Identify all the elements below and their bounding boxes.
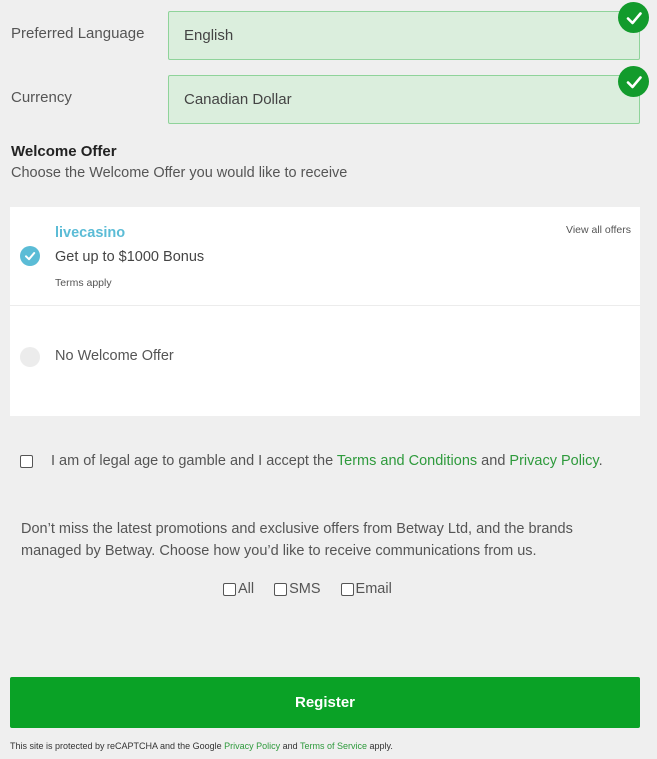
legal-text-and: and xyxy=(477,453,510,469)
communication-options: All SMS Email xyxy=(223,579,392,599)
legal-age-text: I am of legal age to gamble and I accept… xyxy=(51,453,603,469)
legal-age-checkbox[interactable] xyxy=(20,455,33,468)
offer-livecasino[interactable]: livecasino Get up to $1000 Bonus Terms a… xyxy=(10,207,640,306)
legal-age-row: I am of legal age to gamble and I accept… xyxy=(20,452,640,472)
comm-email-label: Email xyxy=(355,581,392,597)
legal-text-end: . xyxy=(598,453,603,469)
recaptcha-text-end: apply. xyxy=(367,741,393,751)
register-button[interactable]: Register xyxy=(10,677,640,728)
language-select[interactable]: English xyxy=(168,11,640,60)
comm-all-label: All xyxy=(238,581,255,597)
comm-all-checkbox[interactable] xyxy=(223,582,236,596)
offer-title: Get up to $1000 Bonus xyxy=(55,249,205,265)
comm-option-email[interactable]: Email xyxy=(340,579,392,599)
privacy-policy-link[interactable]: Privacy Policy xyxy=(509,453,598,469)
unselected-radio[interactable] xyxy=(20,347,40,367)
offer-none[interactable]: No Welcome Offer xyxy=(10,306,640,416)
language-label: Preferred Language xyxy=(11,25,145,42)
offer-terms: Terms apply xyxy=(55,277,112,289)
comm-email-checkbox[interactable] xyxy=(340,582,354,596)
legal-text-start: I am of legal age to gamble and I accept… xyxy=(51,453,337,469)
google-terms-link[interactable]: Terms of Service xyxy=(300,741,367,751)
comm-option-sms[interactable]: SMS xyxy=(274,579,321,599)
language-valid-check-icon xyxy=(618,2,649,33)
comm-option-all[interactable]: All xyxy=(223,579,254,599)
offer-list: livecasino Get up to $1000 Bonus Terms a… xyxy=(10,207,640,416)
view-all-offers-link[interactable]: View all offers xyxy=(566,224,631,236)
currency-select[interactable]: Canadian Dollar xyxy=(168,75,640,124)
promotions-text: Don’t miss the latest promotions and exc… xyxy=(21,521,573,559)
recaptcha-text-start: This site is protected by reCAPTCHA and … xyxy=(10,741,225,751)
welcome-offer-subtitle: Choose the Welcome Offer you would like … xyxy=(11,165,348,181)
comm-sms-checkbox[interactable] xyxy=(274,582,288,596)
comm-sms-label: SMS xyxy=(289,581,321,597)
currency-label: Currency xyxy=(11,89,72,106)
language-row: Preferred Language English xyxy=(0,11,657,61)
currency-valid-check-icon xyxy=(618,66,649,97)
google-privacy-link[interactable]: Privacy Policy xyxy=(224,741,280,751)
recaptcha-text-and: and xyxy=(280,741,300,751)
welcome-offer-title: Welcome Offer xyxy=(11,143,117,160)
recaptcha-notice: This site is protected by reCAPTCHA and … xyxy=(10,741,393,751)
currency-row: Currency Canadian Dollar xyxy=(0,75,657,125)
offer-brand: livecasino xyxy=(55,225,126,241)
registration-form: Preferred Language English Currency Cana… xyxy=(0,0,657,759)
no-offer-label: No Welcome Offer xyxy=(55,348,174,364)
terms-conditions-link[interactable]: Terms and Conditions xyxy=(337,453,477,469)
selected-radio-check-icon[interactable] xyxy=(20,246,40,266)
